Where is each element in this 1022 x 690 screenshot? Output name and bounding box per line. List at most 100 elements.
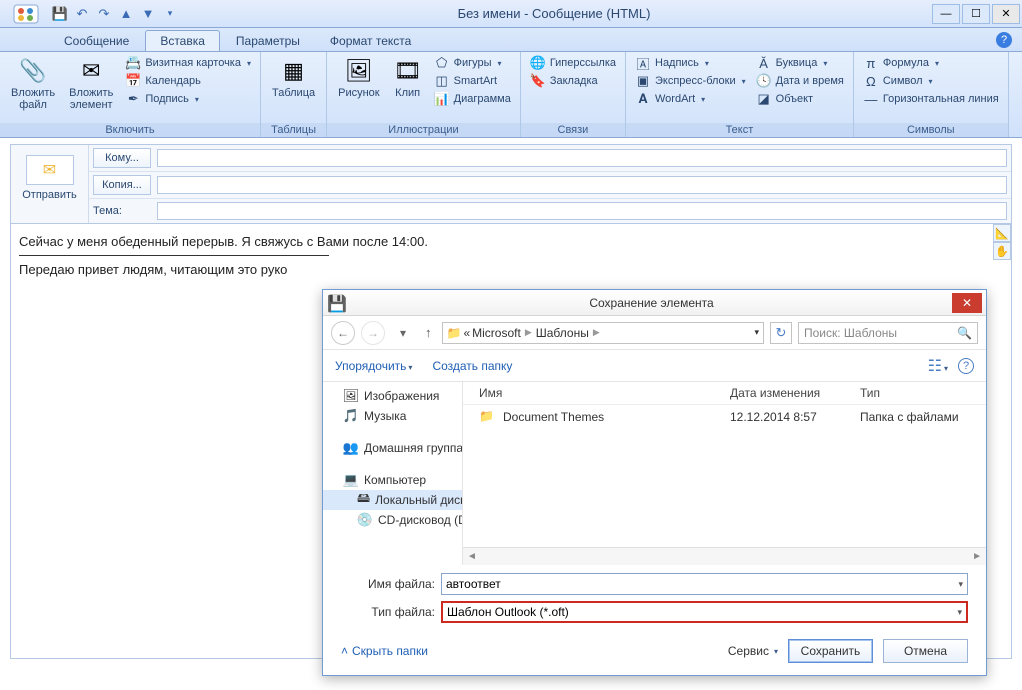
signature-button[interactable]: ✒Подпись [122, 90, 254, 108]
tab-format[interactable]: Формат текста [316, 31, 425, 51]
h-scrollbar[interactable]: ◄► [463, 547, 986, 565]
nav-cddrive[interactable]: 💿CD-дисковод (D: [323, 510, 462, 530]
tab-message[interactable]: Сообщение [50, 31, 143, 51]
homegroup-icon: 👥 [343, 440, 359, 456]
filetype-select[interactable]: Шаблон Outlook (*.oft)▾ [441, 601, 968, 623]
qat-more-icon[interactable]: ▾ [162, 6, 178, 22]
clipart-button[interactable]: 🎞Клип [389, 54, 427, 102]
recent-dropdown[interactable]: ▾ [391, 321, 415, 345]
datetime-button[interactable]: 🕓Дата и время [753, 72, 847, 90]
equation-button[interactable]: πФормула [860, 54, 1002, 72]
save-dialog: 💾 Сохранение элемента ✕ ← → ▾ ↑ 📁 « Micr… [322, 289, 987, 676]
ribbon-group-symbols: πФормула ΩСимвол —Горизонтальная линия С… [854, 52, 1009, 137]
group-label: Текст [626, 123, 853, 137]
line-icon: — [863, 91, 879, 107]
save-icon[interactable]: 💾 [52, 6, 68, 22]
wordart-button[interactable]: 𝐀WordArt [632, 90, 749, 108]
to-input[interactable] [157, 149, 1007, 167]
attach-file-button[interactable]: 📎Вложить файл [6, 54, 60, 114]
redo-icon[interactable]: ↷ [96, 6, 112, 22]
chart-button[interactable]: 📊Диаграмма [431, 90, 514, 108]
up-button[interactable]: ↑ [421, 325, 436, 340]
calendar-button[interactable]: 📅Календарь [122, 72, 254, 90]
omega-icon: Ω [863, 73, 879, 89]
ruler-icon[interactable]: 📐 [993, 224, 1011, 242]
close-button[interactable]: ✕ [992, 4, 1020, 24]
maximize-button[interactable]: ☐ [962, 4, 990, 24]
hr-button[interactable]: —Горизонтальная линия [860, 90, 1002, 108]
new-folder-button[interactable]: Создать папку [432, 359, 512, 373]
textbox-button[interactable]: 🄰Надпись [632, 54, 749, 72]
group-label: Связи [521, 123, 625, 137]
search-input[interactable]: Поиск: Шаблоны🔍 [798, 322, 978, 344]
picture-button[interactable]: 🖼Рисунок [333, 54, 385, 102]
table-icon: ▦ [280, 57, 308, 85]
ribbon-group-tables: ▦Таблица Таблицы [261, 52, 327, 137]
nav-pane: 🖼Изображения 🎵Музыка 👥Домашняя группа 💻К… [323, 382, 463, 565]
tab-options[interactable]: Параметры [222, 31, 314, 51]
window-title: Без имени - Сообщение (HTML) [178, 6, 930, 21]
object-icon: ◪ [756, 91, 772, 107]
disk-icon: 🖴 [357, 492, 370, 508]
dialog-help-icon[interactable]: ? [958, 358, 974, 374]
mail-icon: ✉ [43, 160, 56, 180]
pi-icon: π [863, 55, 879, 71]
prev-icon[interactable]: ▲ [118, 6, 134, 22]
breadcrumb[interactable]: 📁 « Microsoft▶ Шаблоны▶ ▾ [442, 322, 765, 344]
attach-item-button[interactable]: ✉Вложить элемент [64, 54, 118, 114]
organize-button[interactable]: Упорядочить [335, 359, 412, 373]
clip-icon: 🎞 [394, 57, 422, 85]
dropcap-icon: Ǎ [756, 55, 772, 71]
search-icon: 🔍 [957, 326, 972, 340]
nav-localdisk[interactable]: 🖴Локальный диск [323, 490, 462, 510]
smartart-button[interactable]: ◫SmartArt [431, 72, 514, 90]
dialog-close-button[interactable]: ✕ [952, 293, 982, 313]
body-line1: Сейчас у меня обеденный перерыв. Я свяжу… [19, 234, 1003, 249]
chevron-up-icon: ˄ [341, 644, 348, 658]
nav-pictures[interactable]: 🖼Изображения [323, 386, 462, 406]
picture-icon: 🖼 [345, 57, 373, 85]
office-button[interactable] [6, 1, 46, 27]
object-button[interactable]: ◪Объект [753, 90, 847, 108]
send-button[interactable]: ✉ [26, 155, 74, 185]
ribbon-group-text: 🄰Надпись ▣Экспресс-блоки 𝐀WordArt ǍБукви… [626, 52, 854, 137]
cc-button[interactable]: Копия... [93, 175, 151, 195]
cancel-button[interactable]: Отмена [883, 639, 968, 663]
group-label: Символы [854, 123, 1008, 137]
chart-icon: 📊 [434, 91, 450, 107]
nav-computer[interactable]: 💻Компьютер [323, 470, 462, 490]
business-card-button[interactable]: 📇Визитная карточка [122, 54, 254, 72]
view-button[interactable]: ☷ [928, 356, 948, 376]
refresh-button[interactable]: ↻ [770, 322, 792, 344]
paperclip-icon: 📎 [19, 57, 47, 85]
music-icon: 🎵 [343, 408, 359, 424]
shapes-button[interactable]: ⬠Фигуры [431, 54, 514, 72]
back-button[interactable]: ← [331, 321, 355, 345]
cc-input[interactable] [157, 176, 1007, 194]
quickparts-button[interactable]: ▣Экспресс-блоки [632, 72, 749, 90]
nav-homegroup[interactable]: 👥Домашняя группа [323, 438, 462, 458]
signature-icon: ✒ [125, 91, 141, 107]
nav-music[interactable]: 🎵Музыка [323, 406, 462, 426]
filename-input[interactable]: автоответ▾ [441, 573, 968, 595]
to-button[interactable]: Кому... [93, 148, 151, 168]
bookmark-button[interactable]: 🔖Закладка [527, 72, 619, 90]
dropcap-button[interactable]: ǍБуквица [753, 54, 847, 72]
hide-folders-button[interactable]: ˄Скрыть папки [341, 644, 428, 658]
subject-input[interactable] [157, 202, 1007, 220]
file-columns[interactable]: Имя Дата изменения Тип [463, 382, 986, 405]
forward-button[interactable]: → [361, 321, 385, 345]
file-row[interactable]: 📁Document Themes 12.12.2014 8:57 Папка с… [463, 405, 986, 429]
symbol-button[interactable]: ΩСимвол [860, 72, 1002, 90]
tab-insert[interactable]: Вставка [145, 30, 220, 51]
hyperlink-button[interactable]: 🌐Гиперссылка [527, 54, 619, 72]
next-icon[interactable]: ▼ [140, 6, 156, 22]
hand-icon[interactable]: ✋ [993, 242, 1011, 260]
table-button[interactable]: ▦Таблица [267, 54, 320, 102]
help-icon[interactable]: ? [996, 32, 1012, 48]
service-button[interactable]: Сервис [728, 644, 778, 658]
undo-icon[interactable]: ↶ [74, 6, 90, 22]
save-button[interactable]: Сохранить [788, 639, 873, 663]
minimize-button[interactable]: — [932, 4, 960, 24]
group-label: Включить [0, 123, 260, 137]
